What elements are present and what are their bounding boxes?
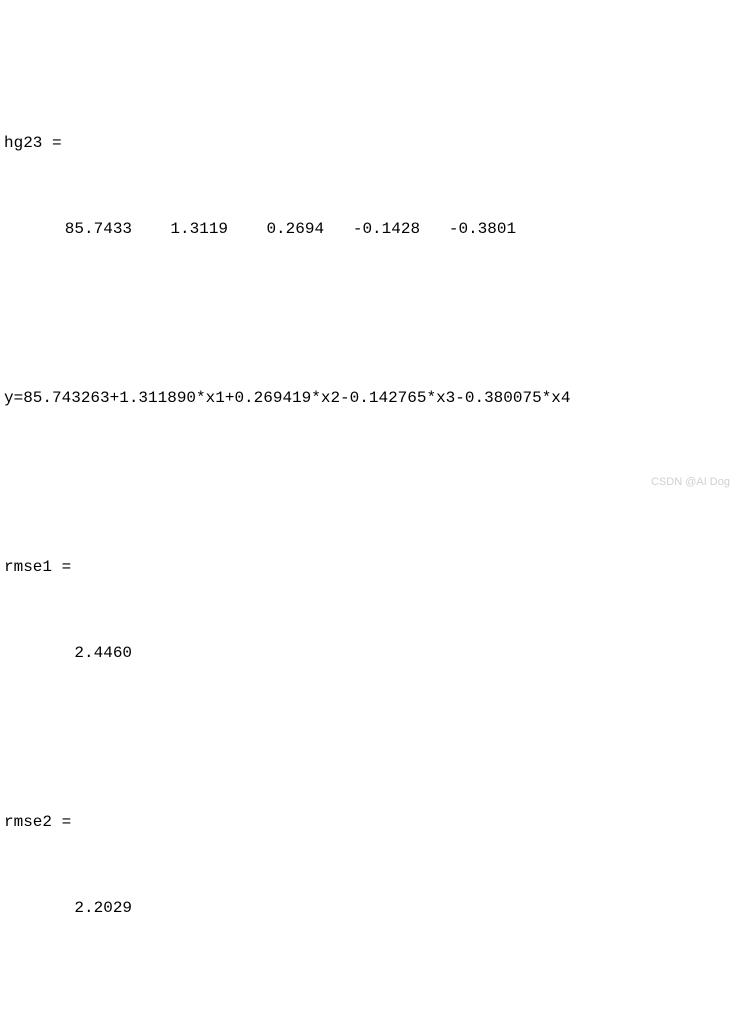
variable-rmse2: rmse2 = 2.2029 [4, 770, 738, 964]
variable-rmse2-name: rmse2 = [4, 812, 738, 833]
variable-rmse1: rmse1 = 2.4460 [4, 515, 738, 709]
variable-hg23: hg23 = 85.7433 1.3119 0.2694 -0.1428 -0.… [4, 91, 738, 285]
variable-hg23-name: hg23 = [4, 133, 738, 154]
variable-rmse1-name: rmse1 = [4, 557, 738, 578]
equation-text: y=85.743263+1.311890*x1+0.269419*x2-0.14… [4, 388, 738, 409]
variable-rmse2-value: 2.2029 [36, 898, 738, 919]
watermark-text: CSDN @AI Dog [651, 475, 730, 489]
variable-hg23-value: 85.7433 1.3119 0.2694 -0.1428 -0.3801 [36, 219, 738, 240]
variable-rmse1-value: 2.4460 [36, 643, 738, 664]
equation-output: y=85.743263+1.311890*x1+0.269419*x2-0.14… [4, 346, 738, 453]
